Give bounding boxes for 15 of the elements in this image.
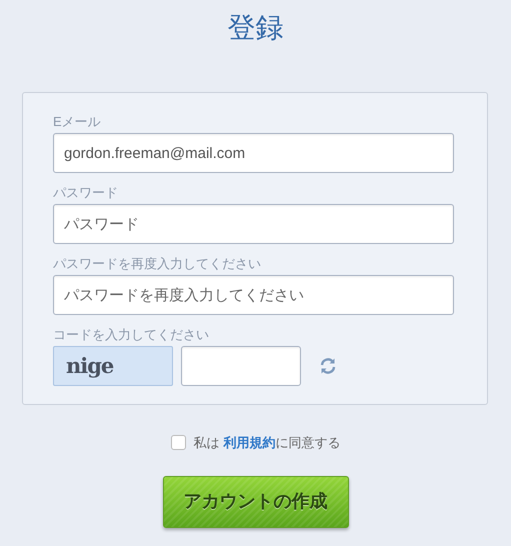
create-account-button[interactable]: アカウントの作成 — [162, 476, 348, 528]
captcha-field[interactable] — [181, 346, 301, 386]
input-field[interactable]: パスワードを再度入力してください — [53, 275, 454, 315]
agree-checkbox[interactable] — [170, 435, 186, 450]
input-field[interactable]: gordon.freeman@mail.com — [53, 133, 454, 173]
field-label: コードを入力してください — [53, 326, 210, 344]
field-label: パスワード — [53, 184, 119, 202]
page-title: 登録 — [226, 11, 284, 45]
terms-link[interactable]: 利用規約 — [223, 435, 276, 450]
agreement-text: 私は 利用規約に同意する — [194, 434, 340, 452]
input-field[interactable]: パスワード — [53, 204, 454, 244]
refresh-icon[interactable] — [319, 357, 337, 375]
field-label: パスワードを再度入力してください — [53, 255, 262, 273]
captcha-image: nige — [53, 346, 173, 386]
field-label: Eメール — [53, 113, 102, 131]
